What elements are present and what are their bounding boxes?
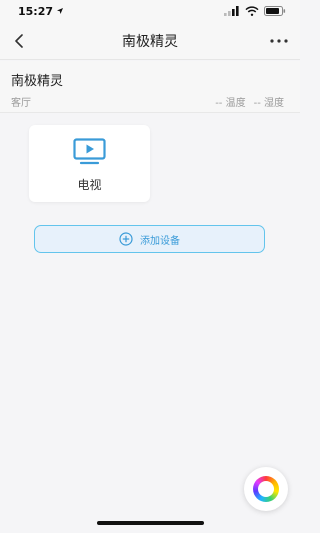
color-ring-icon bbox=[253, 476, 279, 502]
wifi-icon bbox=[245, 6, 259, 16]
signal-bars-icon bbox=[224, 6, 239, 16]
more-button[interactable] bbox=[266, 29, 292, 53]
plus-circle-icon bbox=[119, 232, 133, 246]
status-time: 15:27 bbox=[18, 4, 54, 18]
humidity-readout: -- 湿度 bbox=[253, 98, 284, 109]
location-arrow-icon bbox=[57, 8, 64, 14]
home-indicator[interactable] bbox=[97, 521, 204, 525]
more-dots-icon bbox=[270, 39, 288, 43]
status-bar: 15:27 bbox=[0, 0, 300, 22]
sensor-readouts: -- 温度 -- 湿度 bbox=[215, 94, 284, 109]
floating-action-button[interactable] bbox=[244, 467, 288, 511]
status-time-group: 15:27 bbox=[18, 5, 64, 18]
device-name: 南极精灵 bbox=[11, 74, 64, 89]
tv-icon bbox=[73, 138, 106, 165]
bottom-strip bbox=[0, 517, 300, 533]
back-button[interactable] bbox=[8, 29, 30, 53]
navigation-bar: 南极精灵 bbox=[0, 22, 300, 60]
add-device-button[interactable]: 添加设备 bbox=[34, 225, 265, 253]
device-card-tv[interactable]: 电视 bbox=[29, 125, 150, 202]
temperature-readout: -- 温度 bbox=[215, 98, 246, 109]
status-indicators bbox=[224, 6, 286, 16]
room-name: 客厅 bbox=[11, 98, 31, 109]
device-header: 南极精灵 客厅 -- 温度 -- 湿度 bbox=[0, 61, 300, 113]
page-title: 南极精灵 bbox=[122, 33, 178, 50]
add-device-label: 添加设备 bbox=[140, 235, 180, 247]
battery-icon bbox=[264, 6, 286, 16]
device-label: 电视 bbox=[77, 178, 102, 192]
chevron-left-icon bbox=[15, 34, 23, 48]
